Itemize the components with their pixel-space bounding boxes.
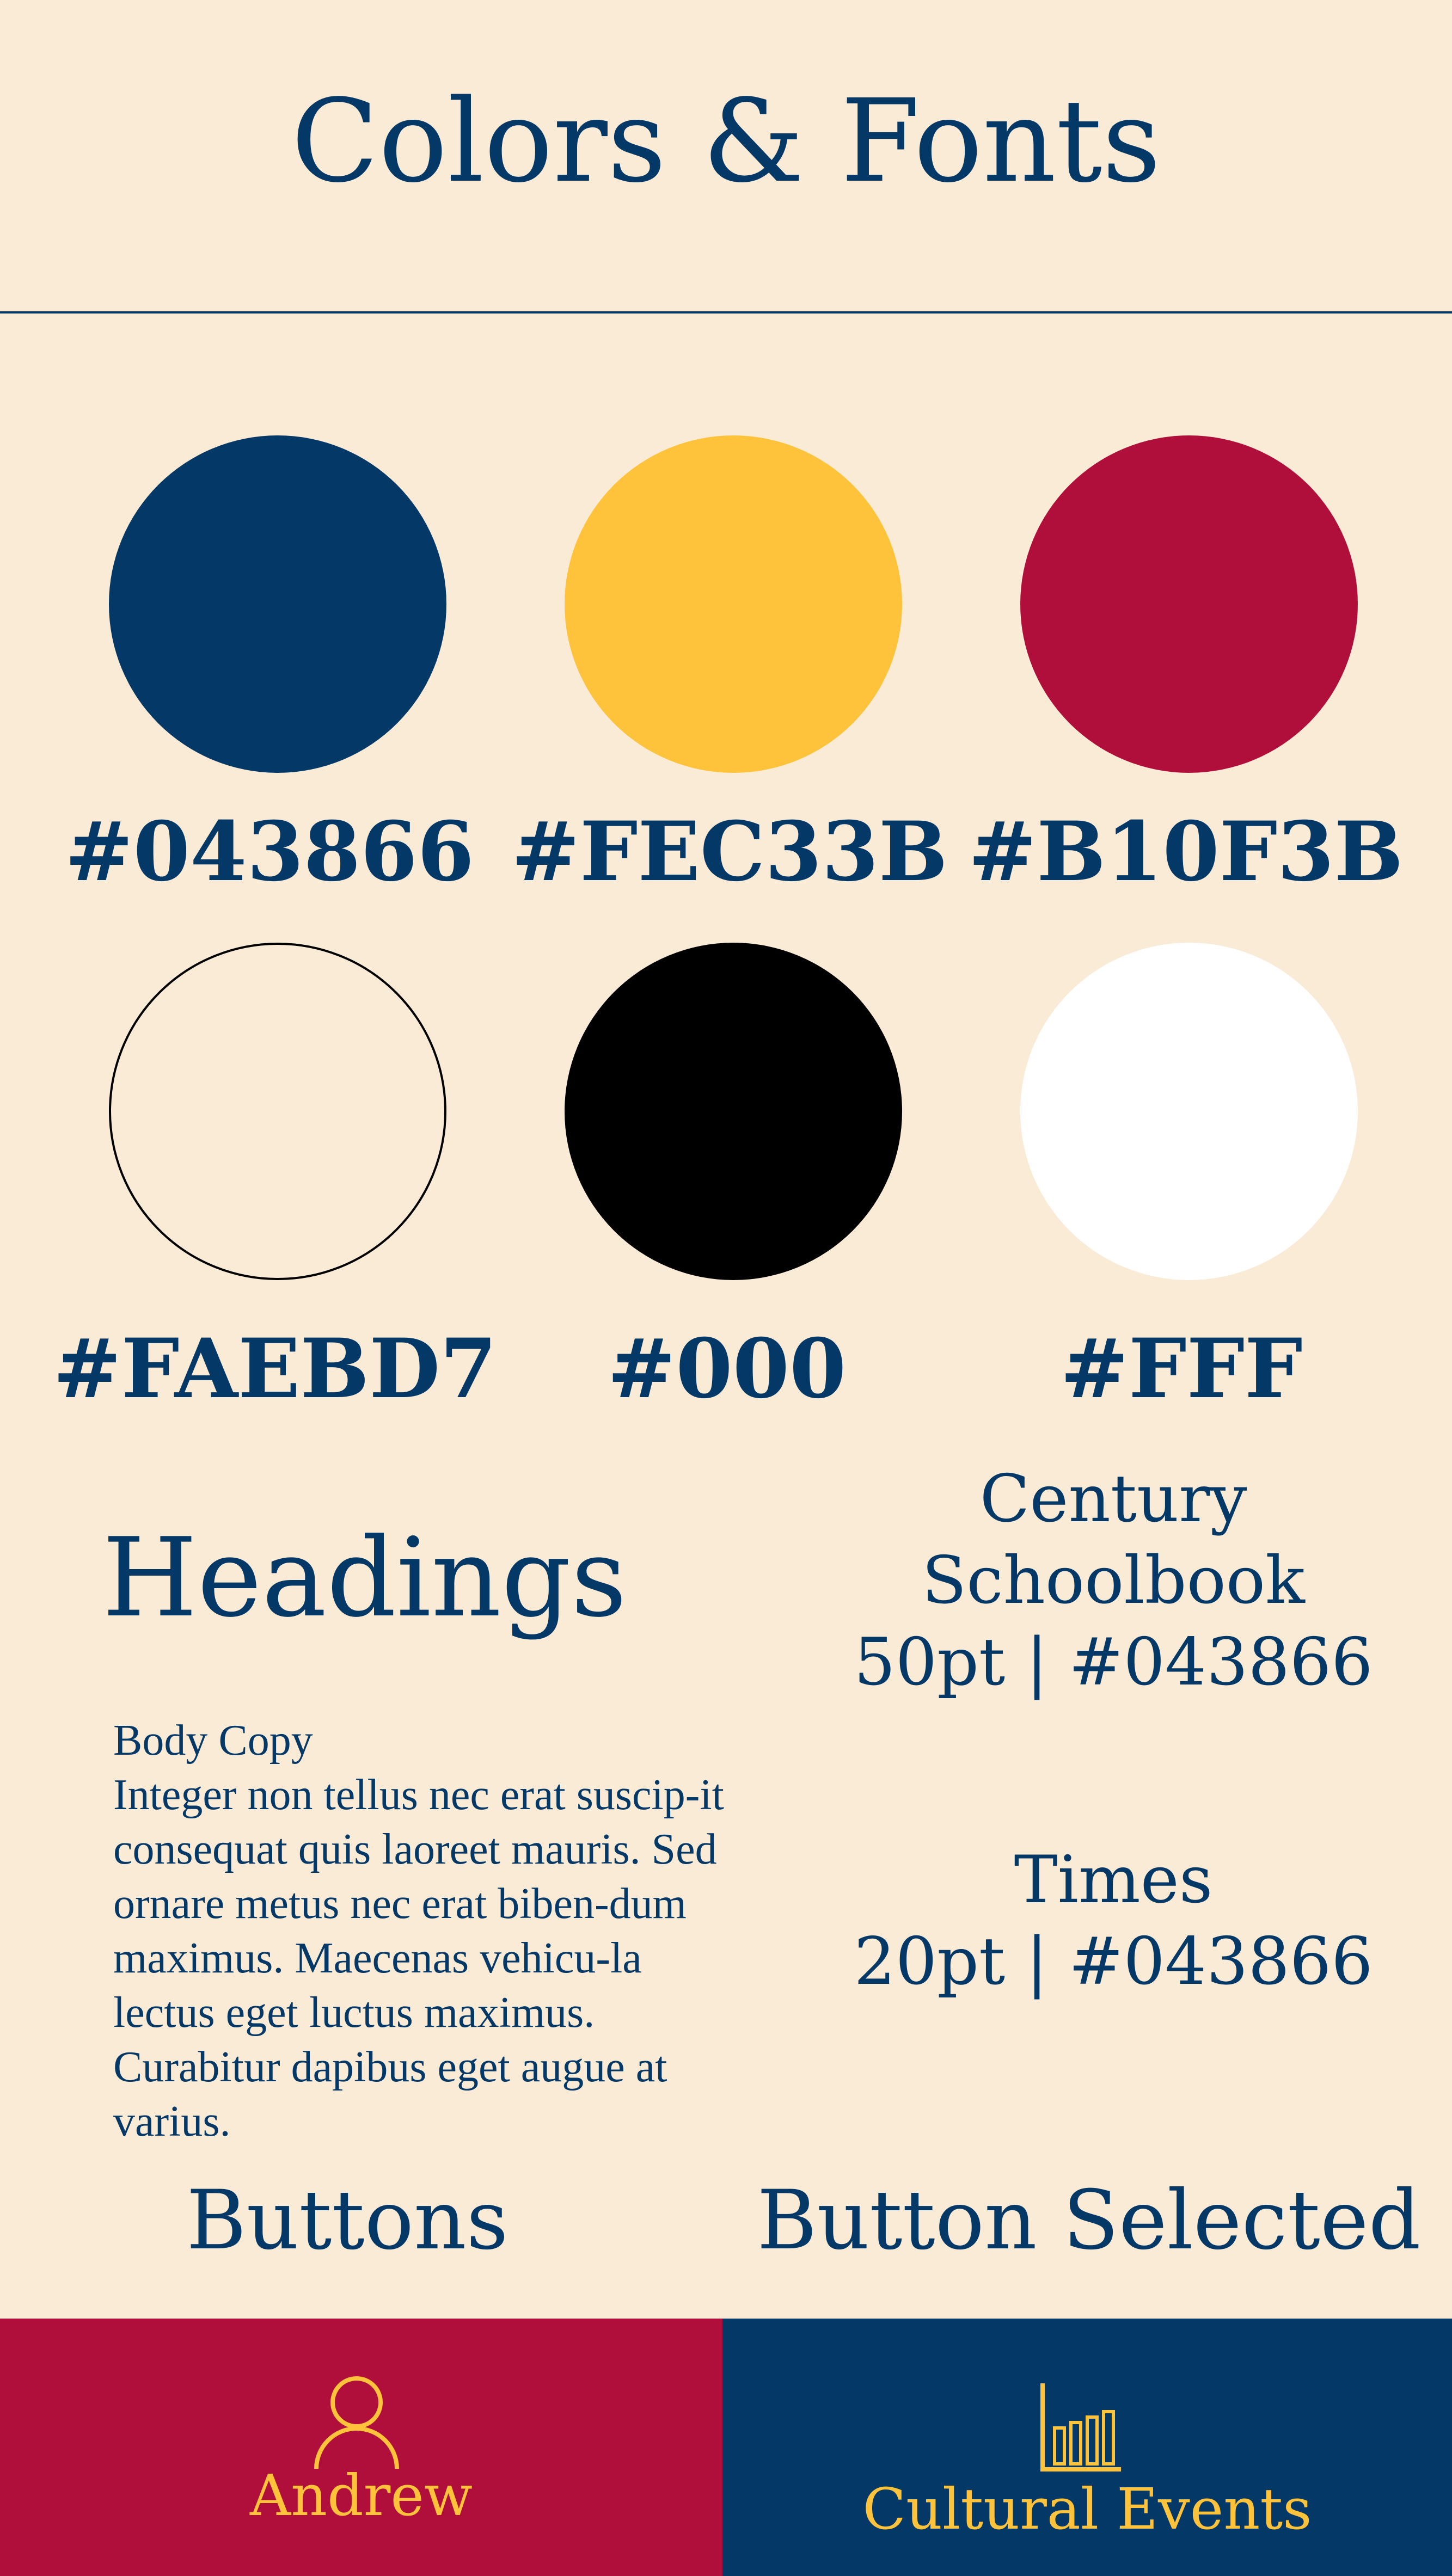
header-divider (0, 311, 1452, 313)
body-copy-sample: Body Copy Integer non tellus nec erat su… (113, 1713, 739, 2149)
hex-label-black: #000 (607, 1321, 847, 1417)
andrew-button-label: Andrew (250, 2462, 473, 2529)
hex-label-antique-white: #FAEBD7 (53, 1321, 497, 1417)
cultural-events-button-label: Cultural Events (862, 2476, 1312, 2542)
body-copy-title: Body Copy (113, 1717, 313, 1765)
body-font-name: Times (1014, 1842, 1213, 1918)
body-copy-text: Integer non tellus nec erat suscip-it co… (113, 1771, 724, 2145)
bar-chart-icon (1040, 2383, 1121, 2472)
headings-font-size-color: 50pt | #043866 (854, 1625, 1373, 1700)
hex-label-crimson: #B10F3B (968, 804, 1404, 900)
headings-sample: Headings (102, 1515, 627, 1641)
user-icon (314, 2376, 399, 2469)
swatch-white (1020, 943, 1358, 1280)
headings-font-name-line1: Century (979, 1461, 1247, 1537)
hex-label-navy: #043866 (65, 804, 474, 900)
headings-font-spec: Century Schoolbook 50pt | #043866 (841, 1459, 1386, 1704)
button-selected-heading: Button Selected (757, 2173, 1421, 2268)
andrew-button[interactable]: Andrew (0, 2319, 722, 2576)
body-font-size-color: 20pt | #043866 (854, 1924, 1373, 2000)
headings-font-name-line2: Schoolbook (922, 1543, 1305, 1619)
hex-label-gold: #FEC33B (511, 804, 948, 900)
swatch-gold (565, 435, 902, 773)
swatch-antique-white (109, 943, 446, 1280)
swatch-black (565, 943, 902, 1280)
page-title: Colors & Fonts (291, 75, 1161, 208)
body-font-spec: Times 20pt | #043866 (841, 1840, 1386, 2003)
swatch-navy (109, 435, 446, 773)
hex-label-white: #FFF (1060, 1321, 1303, 1417)
cultural-events-button[interactable]: Cultural Events (722, 2319, 1452, 2576)
swatch-crimson (1020, 435, 1358, 773)
buttons-heading: Buttons (186, 2173, 508, 2268)
